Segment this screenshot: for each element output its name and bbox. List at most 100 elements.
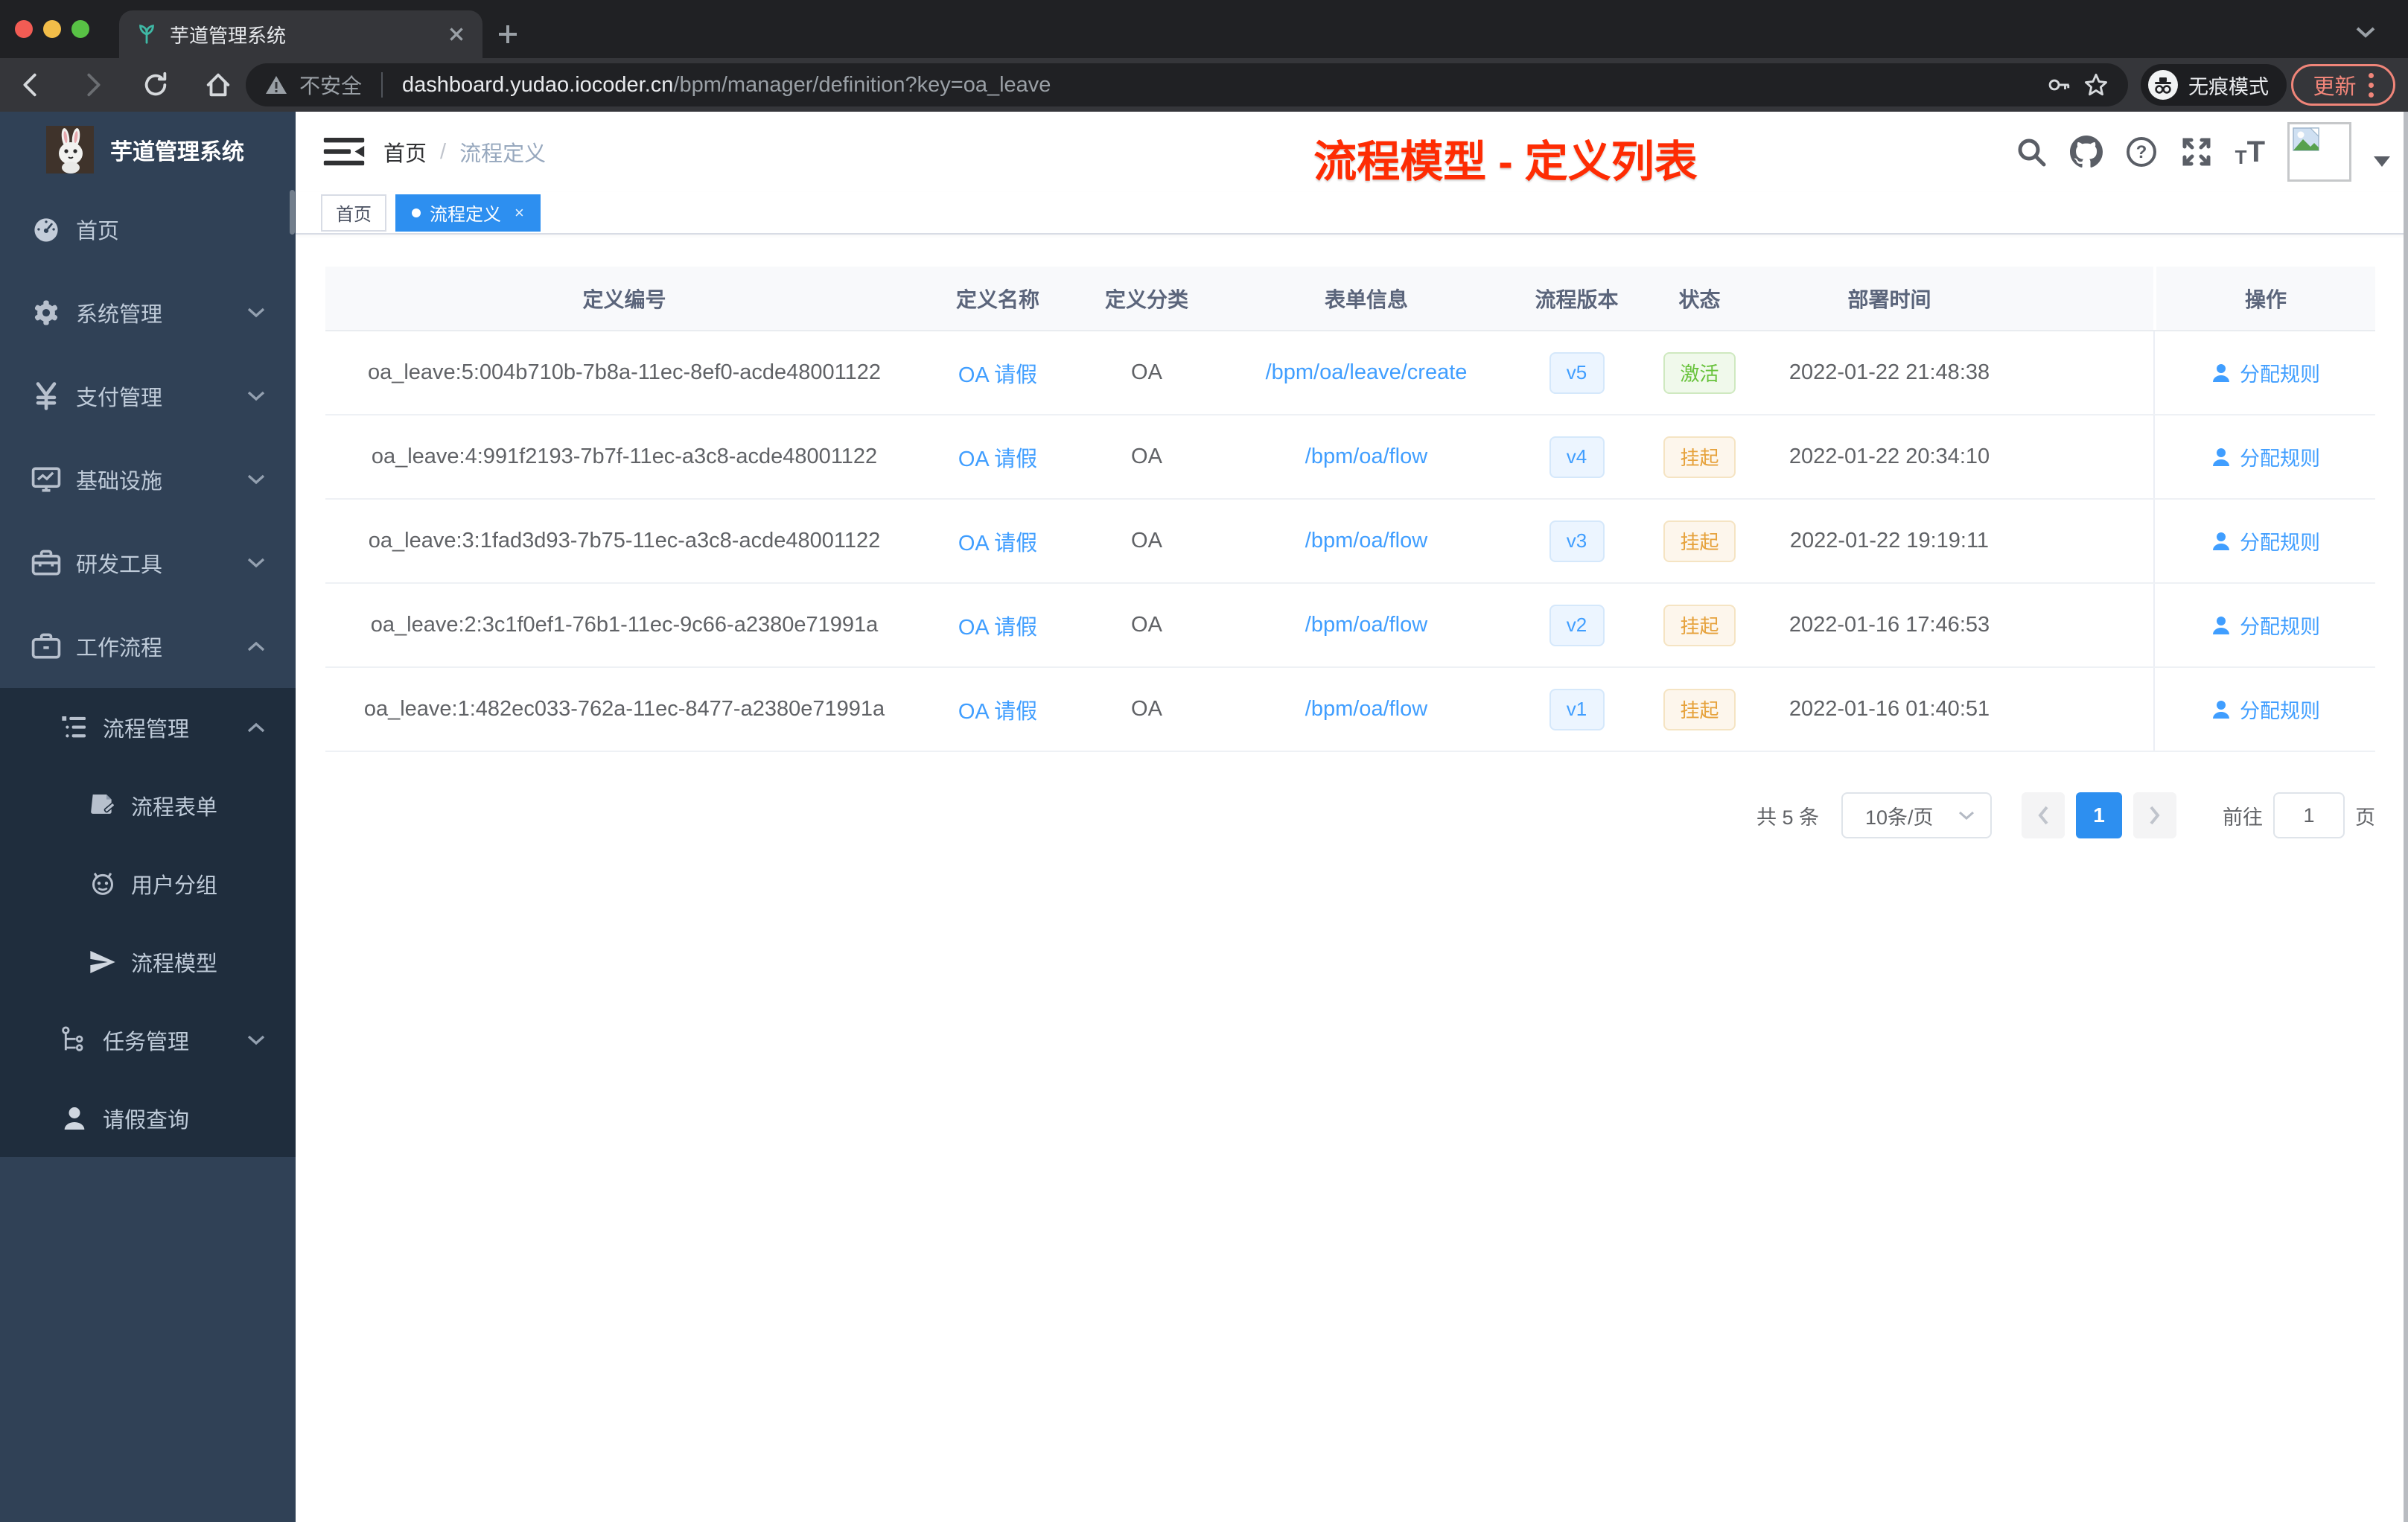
close-window-button[interactable] xyxy=(15,20,33,38)
browser-tab[interactable]: 芋道管理系统 xyxy=(119,10,482,58)
url-path: /bpm/manager/definition?key=oa_leave xyxy=(673,72,1051,97)
breadcrumb-home[interactable]: 首页 xyxy=(383,136,427,168)
user-icon xyxy=(64,1107,85,1130)
table-row: oa_leave:5:004b710b-7b8a-11ec-8ef0-acde4… xyxy=(325,331,2375,415)
cell-deploy-time: 2022-01-22 20:34:10 xyxy=(1789,445,1990,468)
definition-name-link[interactable]: OA 请假 xyxy=(958,610,1037,641)
definition-name-link[interactable]: OA 请假 xyxy=(958,442,1037,473)
next-page-button[interactable] xyxy=(2133,792,2176,838)
sidebar-item-label: 任务管理 xyxy=(103,1030,190,1054)
close-tag-icon[interactable]: × xyxy=(515,203,524,223)
page-scrollbar[interactable] xyxy=(2404,112,2408,1522)
assign-rule-link[interactable]: 分配规则 xyxy=(2210,526,2320,555)
back-icon[interactable] xyxy=(16,71,45,99)
sidebar-item-workflow[interactable]: 工作流程 xyxy=(0,605,296,688)
form-link[interactable]: /bpm/oa/flow xyxy=(1305,445,1427,469)
screen: 芋道管理系统 不安全 dashboard.yudao.iocoder.cn/bp… xyxy=(0,0,2408,1522)
app-logo-rabbit xyxy=(46,126,94,173)
prev-page-button[interactable] xyxy=(2022,792,2065,838)
form-link[interactable]: /bpm/oa/flow xyxy=(1305,529,1427,553)
definition-name-link[interactable]: OA 请假 xyxy=(958,526,1037,557)
content: 定义编号 定义名称 定义分类 表单信息 流程版本 状态 部署时间 操作 oa_l… xyxy=(296,267,2408,838)
zoom-window-button[interactable] xyxy=(71,20,89,38)
dashboard-icon xyxy=(34,218,58,242)
sidebar-item-label: 流程管理 xyxy=(103,717,190,742)
search-icon[interactable] xyxy=(2015,136,2048,168)
sidebar-item-home[interactable]: 首页 xyxy=(0,188,296,271)
bookmark-star-icon[interactable] xyxy=(2083,72,2109,98)
assign-rule-link[interactable]: 分配规则 xyxy=(2210,695,2320,724)
sidebar-item-process-model[interactable]: 流程模型 xyxy=(0,923,296,1001)
minimize-window-button[interactable] xyxy=(43,20,61,38)
browser-menu-icon[interactable] xyxy=(2368,72,2374,98)
breadcrumb: 首页 / 流程定义 xyxy=(383,136,546,168)
paper-plane-icon xyxy=(90,950,115,973)
prev-icon xyxy=(2038,806,2048,825)
assign-rule-link[interactable]: 分配规则 xyxy=(2210,611,2320,640)
active-tag-dot xyxy=(412,208,421,217)
new-tab-button[interactable] xyxy=(493,19,523,49)
col-actions: 操作 xyxy=(2153,267,2375,330)
sidebar-item-infra[interactable]: 基础设施 xyxy=(0,438,296,521)
security-label[interactable]: 不安全 xyxy=(299,70,362,100)
col-filler xyxy=(2022,267,2153,330)
tag-home[interactable]: 首页 xyxy=(321,194,386,232)
form-link[interactable]: /bpm/oa/flow xyxy=(1305,613,1427,637)
current-page[interactable]: 1 xyxy=(2076,792,2122,838)
sidebar-item-leave-query[interactable]: 请假查询 xyxy=(0,1079,296,1157)
incognito-badge: 无痕模式 xyxy=(2141,64,2287,106)
main-area: 首页 / 流程定义 流程模型 - 定义列表 ? T T 首页 流程定义 × 定义… xyxy=(296,112,2408,1522)
goto-page-input[interactable] xyxy=(2273,792,2345,838)
sidebar-item-process-form[interactable]: 流程表单 xyxy=(0,766,296,844)
sidebar-item-payment[interactable]: 支付管理 xyxy=(0,354,296,438)
status-badge: 挂起 xyxy=(1663,688,1736,730)
assign-rule-link[interactable]: 分配规则 xyxy=(2210,442,2320,471)
home-icon[interactable] xyxy=(204,71,232,99)
cell-deploy-time: 2022-01-16 17:46:53 xyxy=(1789,613,1990,637)
form-link[interactable]: /bpm/oa/flow xyxy=(1305,697,1427,722)
assign-user-icon xyxy=(2213,616,2229,634)
sidebar-item-system[interactable]: 系统管理 xyxy=(0,271,296,354)
goto-unit: 页 xyxy=(2355,806,2375,829)
briefcase-icon xyxy=(31,633,61,659)
browser-update-button[interactable]: 更新 xyxy=(2291,64,2395,106)
sidebar-logo-row[interactable]: 芋道管理系统 xyxy=(0,112,296,188)
github-icon[interactable] xyxy=(2069,136,2103,168)
cell-definition-id: oa_leave:1:482ec033-762a-11ec-8477-a2380… xyxy=(363,697,885,721)
sidebar-item-label: 支付管理 xyxy=(76,386,163,410)
sidebar-item-process-mgmt[interactable]: 流程管理 xyxy=(0,688,296,766)
password-key-icon[interactable] xyxy=(2046,72,2071,98)
tag-process-definition[interactable]: 流程定义 × xyxy=(395,194,541,232)
collapse-sidebar-icon[interactable] xyxy=(322,136,366,168)
tab-search-chevron-icon[interactable] xyxy=(2354,25,2377,39)
workflow-submenu: 流程管理 流程表单 用户分组 流程模型 任务管理 请假查询 xyxy=(0,688,296,1157)
browser-tab-strip: 芋道管理系统 xyxy=(0,0,2408,58)
sidebar-item-user-group[interactable]: 用户分组 xyxy=(0,844,296,923)
fullscreen-icon[interactable] xyxy=(2180,136,2213,168)
help-icon[interactable]: ? xyxy=(2125,136,2158,168)
avatar[interactable] xyxy=(2287,122,2351,182)
status-badge: 激活 xyxy=(1663,351,1736,394)
forward-icon[interactable] xyxy=(79,71,107,99)
sidebar-item-devtools[interactable]: 研发工具 xyxy=(0,521,296,605)
font-size-icon[interactable]: TT xyxy=(2235,137,2265,167)
reload-icon[interactable] xyxy=(141,71,170,99)
url-bar[interactable]: 不安全 dashboard.yudao.iocoder.cn/bpm/manag… xyxy=(246,63,2128,106)
sidebar-item-task-mgmt[interactable]: 任务管理 xyxy=(0,1001,296,1079)
cell-category: OA xyxy=(1131,445,1162,468)
definition-name-link[interactable]: OA 请假 xyxy=(958,357,1037,389)
definition-name-link[interactable]: OA 请假 xyxy=(958,694,1037,725)
url-text[interactable]: dashboard.yudao.iocoder.cn/bpm/manager/d… xyxy=(402,73,2034,98)
chevron-up-icon xyxy=(247,641,265,652)
page-size-select[interactable]: 10条/页 xyxy=(1841,792,1992,838)
goto-label: 前往 xyxy=(2223,806,2263,829)
avatar-caret-icon[interactable] xyxy=(2374,156,2390,167)
form-link[interactable]: /bpm/oa/leave/create xyxy=(1266,360,1468,385)
close-tab-icon[interactable] xyxy=(447,25,466,44)
col-definition-id: 定义编号 xyxy=(582,287,666,311)
assign-rule-link[interactable]: 分配规则 xyxy=(2210,358,2320,387)
monitor-icon xyxy=(31,467,61,492)
sidebar-scrollbar-thumb[interactable] xyxy=(290,190,295,235)
sidebar-item-label: 请假查询 xyxy=(103,1108,190,1133)
sidebar-item-label: 系统管理 xyxy=(76,303,163,327)
